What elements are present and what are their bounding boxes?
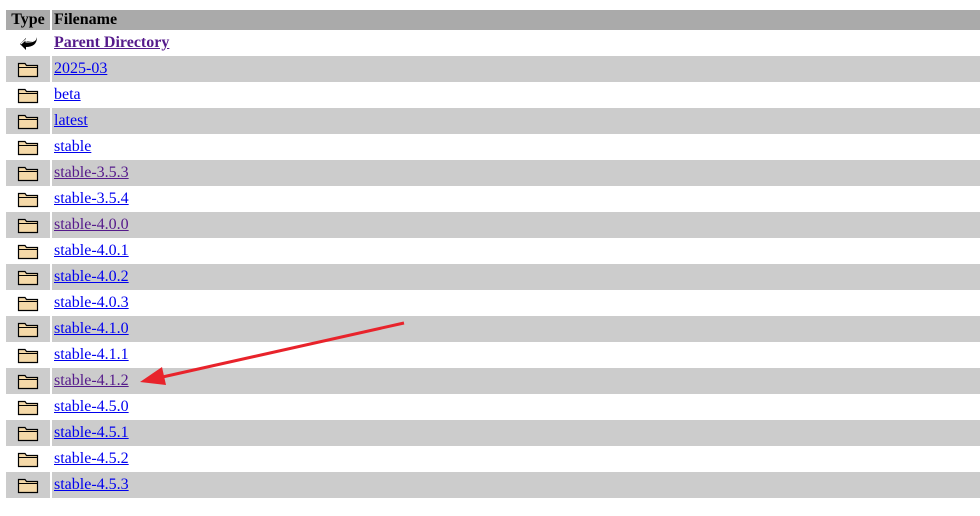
directory-link[interactable]: 2025-03 xyxy=(54,60,107,77)
folder-icon xyxy=(6,56,50,82)
directory-row: stable-4.5.3 xyxy=(6,472,980,498)
directory-row: stable-4.1.0 xyxy=(6,316,980,342)
directory-link[interactable]: stable-4.0.1 xyxy=(54,242,129,259)
directory-row: stable-4.0.0 xyxy=(6,212,980,238)
directory-link[interactable]: stable-3.5.3 xyxy=(54,164,129,181)
directory-link[interactable]: stable-4.1.0 xyxy=(54,320,129,337)
directory-row: stable-4.5.1 xyxy=(6,420,980,446)
directory-row: stable-4.5.0 xyxy=(6,394,980,420)
directory-row: stable-4.1.1 xyxy=(6,342,980,368)
directory-link[interactable]: stable xyxy=(54,138,91,155)
directory-link[interactable]: stable-4.0.3 xyxy=(54,294,129,311)
directory-link[interactable]: stable-4.5.0 xyxy=(54,398,129,415)
folder-icon xyxy=(6,82,50,108)
folder-icon xyxy=(6,394,50,420)
directory-row: stable-4.0.1 xyxy=(6,238,980,264)
directory-link[interactable]: stable-4.5.2 xyxy=(54,450,129,467)
directory-link[interactable]: stable-4.5.3 xyxy=(54,476,129,493)
directory-row: beta xyxy=(6,82,980,108)
folder-icon xyxy=(6,472,50,498)
directory-row: stable-3.5.3 xyxy=(6,160,980,186)
filename-column-header: Filename xyxy=(52,10,980,30)
folder-icon xyxy=(6,108,50,134)
folder-icon xyxy=(6,264,50,290)
header-row: Type Filename xyxy=(6,10,980,30)
parent-directory-link[interactable]: Parent Directory xyxy=(54,34,169,51)
folder-icon xyxy=(6,290,50,316)
directory-row: stable-3.5.4 xyxy=(6,186,980,212)
folder-icon xyxy=(6,186,50,212)
directory-listing-table: Type Filename Parent Directory 2025-03 be… xyxy=(4,10,980,498)
directory-link[interactable]: stable-4.5.1 xyxy=(54,424,129,441)
directory-link[interactable]: stable-4.0.2 xyxy=(54,268,129,285)
directory-link[interactable]: latest xyxy=(54,112,88,129)
directory-row: stable-4.1.2 xyxy=(6,368,980,394)
directory-link[interactable]: stable-4.0.0 xyxy=(54,216,129,233)
folder-icon xyxy=(6,420,50,446)
directory-row: stable-4.5.2 xyxy=(6,446,980,472)
folder-icon xyxy=(6,238,50,264)
folder-icon xyxy=(6,446,50,472)
folder-icon xyxy=(6,134,50,160)
folder-icon xyxy=(6,342,50,368)
folder-icon xyxy=(6,368,50,394)
parent-directory-row: Parent Directory xyxy=(6,30,980,56)
directory-row: stable-4.0.2 xyxy=(6,264,980,290)
directory-row: stable-4.0.3 xyxy=(6,290,980,316)
folder-icon xyxy=(6,316,50,342)
directory-row: latest xyxy=(6,108,980,134)
type-column-header: Type xyxy=(6,10,50,30)
directory-link[interactable]: beta xyxy=(54,86,81,103)
directory-row: 2025-03 xyxy=(6,56,980,82)
back-arrow-icon xyxy=(6,30,50,56)
directory-link[interactable]: stable-4.1.2 xyxy=(54,372,129,389)
directory-row: stable xyxy=(6,134,980,160)
folder-icon xyxy=(6,160,50,186)
directory-link[interactable]: stable-4.1.1 xyxy=(54,346,129,363)
directory-link[interactable]: stable-3.5.4 xyxy=(54,190,129,207)
folder-icon xyxy=(6,212,50,238)
